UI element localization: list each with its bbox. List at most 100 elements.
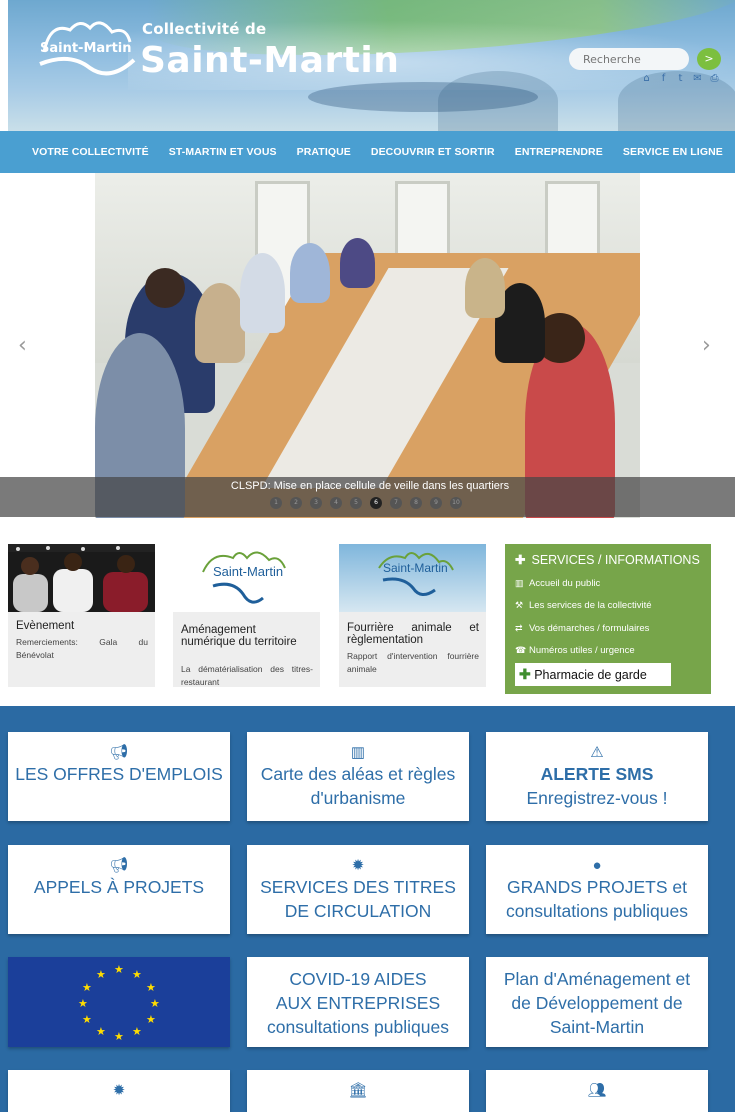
card-row4-3[interactable]: 👥︎ <box>486 1070 708 1112</box>
news-image <box>8 544 155 612</box>
carousel-dot[interactable]: 4 <box>330 497 342 509</box>
megaphone-icon: 📢︎ <box>109 744 129 761</box>
card-row4-2[interactable]: 🏛︎ <box>247 1070 469 1112</box>
nav-item-service-en-ligne[interactable]: SERVICE EN LIGNE <box>613 146 733 158</box>
eu-star: ★ <box>82 981 92 994</box>
nav-item-pratique[interactable]: PRATIQUE <box>287 146 361 158</box>
nav-item-decouvrir[interactable]: DECOUVRIR ET SORTIR <box>361 146 505 158</box>
phone-icon: ☎ <box>515 645 527 655</box>
photo-person <box>145 268 185 308</box>
nav-item-collectivite[interactable]: VOTRE COLLECTIVITÉ <box>22 146 159 158</box>
photo-person <box>195 283 245 363</box>
news-title[interactable]: Evènement <box>16 620 148 632</box>
services-info-box: ✚ SERVICES / INFORMATIONS ▥ Accueil du pub… <box>505 544 711 694</box>
carousel-dot[interactable]: 7 <box>390 497 402 509</box>
site-title[interactable]: Saint-Martin <box>140 40 399 81</box>
card-row4-1[interactable]: ✹ <box>8 1070 230 1112</box>
search-input[interactable] <box>569 48 689 70</box>
news-tile-evenement[interactable]: Evènement Remerciements: Gala du Bénévol… <box>8 544 155 687</box>
print-icon[interactable]: ⎙ <box>709 73 720 84</box>
search-form: > <box>569 48 721 70</box>
card-alerte-sms[interactable]: ⚠ ALERTE SMS Enregistrez-vous ! <box>486 732 708 821</box>
service-link-numeros[interactable]: ☎ Numéros utiles / urgence <box>515 645 635 656</box>
card-label: Enregistrez-vous ! <box>526 788 668 808</box>
eu-star: ★ <box>96 968 106 981</box>
photo-person <box>340 238 375 288</box>
news-title[interactable]: Fourrière animale et règlementation <box>347 622 479 646</box>
service-link-services[interactable]: ⚒ Les services de la collectivité <box>515 600 652 611</box>
card-label: Saint-Martin <box>549 1017 645 1037</box>
news-tile-amenagement[interactable]: Saint-Martin Aménagement numérique du te… <box>173 544 320 687</box>
svg-text:Saint-Martin: Saint-Martin <box>213 564 283 579</box>
card-label: de Développement de <box>511 993 683 1013</box>
twitter-icon[interactable]: t <box>675 73 686 84</box>
site-logo[interactable]: Saint-Martin <box>30 12 140 82</box>
carousel-prev-button[interactable]: ‹ <box>18 333 27 358</box>
news-title[interactable]: Aménagement numérique du territoire <box>181 624 313 648</box>
banner-decoration <box>308 82 538 112</box>
institution-icon: 🏛︎ <box>348 1082 368 1099</box>
carousel-caption[interactable]: CLSPD: Mise en place cellule de veille d… <box>0 480 740 492</box>
news-description: La dématérialisation des titres-restaura… <box>181 664 313 687</box>
carousel-slide-image[interactable] <box>95 173 640 518</box>
users-icon: 👥︎ <box>587 1082 607 1099</box>
carousel-dot[interactable]: 2 <box>290 497 302 509</box>
news-description: Remerciements: Gala du Bénévolat <box>16 637 148 660</box>
carousel-dot[interactable]: 3 <box>310 497 322 509</box>
service-link-demarches[interactable]: ⇄ Vos démarches / formulaires <box>515 623 649 634</box>
search-button[interactable]: > <box>697 48 721 70</box>
eu-star: ★ <box>150 997 160 1010</box>
card-label: consultations publiques <box>267 1017 449 1037</box>
carousel-dot[interactable]: 1 <box>270 497 282 509</box>
eu-star: ★ <box>132 1025 142 1038</box>
nav-item-entreprendre[interactable]: ENTREPRENDRE <box>505 146 613 158</box>
certificate-icon: ✹ <box>112 1082 126 1099</box>
services-heading: ✚ SERVICES / INFORMATIONS <box>515 553 700 567</box>
globe-icon: ● <box>592 857 602 874</box>
news-description: Rapport d'intervention fourrière animale <box>347 651 479 674</box>
card-plan-amenagement[interactable]: Plan d'Aménagement et de Développement d… <box>486 957 708 1047</box>
pharmacy-button[interactable]: ✚ Pharmacie de garde <box>515 663 671 686</box>
card-label: GRANDS PROJETS et <box>507 877 687 897</box>
card-label: AUX ENTREPRISES <box>275 993 441 1013</box>
certificate-icon: ✹ <box>351 857 365 874</box>
card-label: Carte des aléas et règles <box>260 764 456 784</box>
carousel-dots: 1 2 3 4 5 6 7 8 9 10 <box>270 497 462 509</box>
carousel-dot[interactable]: 5 <box>350 497 362 509</box>
mail-icon[interactable]: ✉ <box>692 73 703 84</box>
news-image: Saint-Martin <box>173 544 320 612</box>
carousel-dot[interactable]: 10 <box>450 497 462 509</box>
card-label: APPELS À PROJETS <box>33 877 205 897</box>
eu-star: ★ <box>114 963 124 976</box>
facebook-icon[interactable]: f <box>658 73 669 84</box>
card-appels-projets[interactable]: 📢︎ APPELS À PROJETS <box>8 845 230 934</box>
photo-person <box>465 258 505 318</box>
card-carte-aleas[interactable]: ▥ Carte des aléas et règles d'urbanisme <box>247 732 469 821</box>
eu-star: ★ <box>146 981 156 994</box>
service-link-accueil[interactable]: ▥ Accueil du public <box>515 578 600 589</box>
carousel-dot[interactable]: 9 <box>430 497 442 509</box>
card-titres-circulation[interactable]: ✹ SERVICES DES TITRES DE CIRCULATION <box>247 845 469 934</box>
megaphone-icon: 📢︎ <box>109 857 129 874</box>
eu-flag-card[interactable]: ★ ★ ★ ★ ★ ★ ★ ★ ★ ★ ★ ★ <box>8 957 230 1047</box>
carousel-dot-active[interactable]: 6 <box>370 497 382 509</box>
news-image: Saint-Martin <box>339 544 486 612</box>
card-grands-projets[interactable]: ● GRANDS PROJETS et consultations publiq… <box>486 845 708 934</box>
news-tile-fourriere[interactable]: Saint-Martin Fourrière animale et règlem… <box>339 544 486 687</box>
svg-text:Saint-Martin: Saint-Martin <box>383 561 448 575</box>
card-label: COVID-19 AIDES <box>289 969 427 989</box>
carousel-next-button[interactable]: › <box>702 333 711 358</box>
card-offres-emplois[interactable]: 📢︎ LES OFFRES D'EMPLOIS <box>8 732 230 821</box>
nav-item-st-martin-et-vous[interactable]: ST-MARTIN ET VOUS <box>159 146 287 158</box>
card-covid-aides[interactable]: COVID-19 AIDES AUX ENTREPRISES consultat… <box>247 957 469 1047</box>
card-label: DE CIRCULATION <box>284 901 432 921</box>
home-icon[interactable]: ⌂ <box>641 73 652 84</box>
card-label: consultations publiques <box>506 901 688 921</box>
wrench-icon: ⚒ <box>515 600 524 610</box>
eu-star: ★ <box>82 1013 92 1026</box>
card-label: LES OFFRES D'EMPLOIS <box>15 764 223 784</box>
carousel-dot[interactable]: 8 <box>410 497 422 509</box>
eu-star: ★ <box>96 1025 106 1038</box>
warning-icon: ⚠ <box>590 744 604 761</box>
photo-person <box>290 243 330 303</box>
